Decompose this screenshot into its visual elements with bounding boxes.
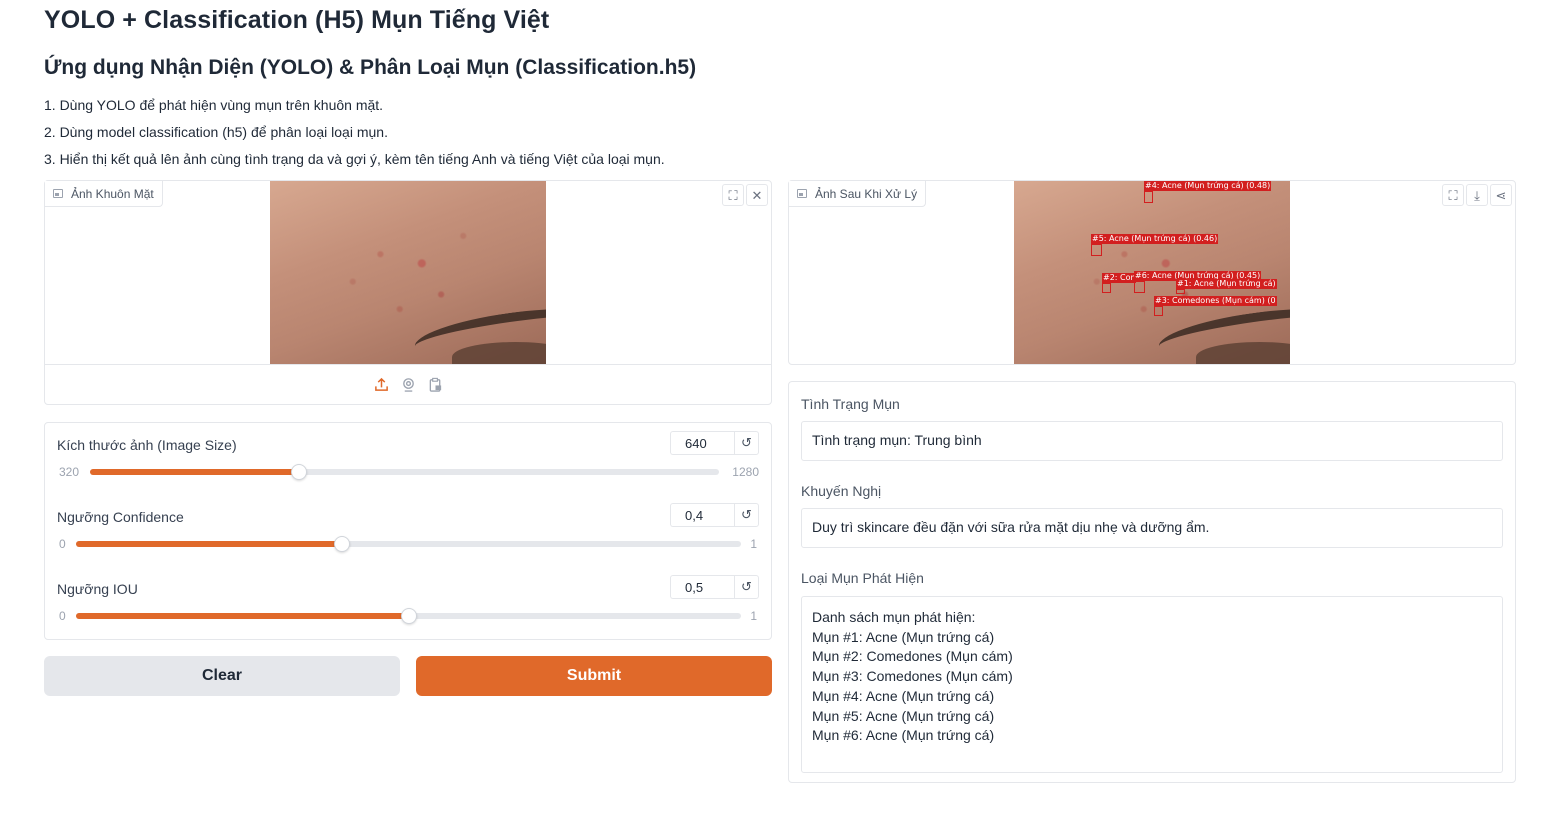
types-line: Mụn #5: Acne (Mụn trứng cá) <box>812 707 995 724</box>
reset-icon[interactable]: ↺ <box>734 431 759 455</box>
submit-button[interactable]: Submit <box>416 656 772 696</box>
advice-label: Khuyến Nghị <box>801 483 882 499</box>
types-line: Mụn #4: Acne (Mụn trứng cá) <box>812 687 995 704</box>
share-icon[interactable]: ⋖ <box>1490 184 1512 206</box>
download-icon[interactable]: ⤓ <box>1466 184 1488 206</box>
types-line: Mụn #6: Acne (Mụn trứng cá) <box>812 727 995 744</box>
output-image-toolbar: ⛶ ⤓ ⋖ <box>1442 184 1512 206</box>
instruction-step: 3. Hiển thị kết quả lên ảnh cùng tình tr… <box>44 151 665 167</box>
detection-label: #2: Comedones <box>1102 273 1136 283</box>
image-size-input[interactable]: 640 <box>670 431 734 455</box>
detection-label: #5: Acne (Mụn trứng cá) (0.46) <box>1091 234 1219 244</box>
detection-box <box>1134 281 1145 293</box>
slider-label: Ngưỡng Confidence <box>57 509 184 525</box>
slider-thumb[interactable] <box>334 536 350 552</box>
input-image-toolbar: ⛶ ✕ <box>722 184 768 206</box>
types-line: Mụn #2: Comedones (Mụn cám) <box>812 648 1013 665</box>
types-line: Danh sách mụn phát hiện: <box>812 609 976 625</box>
reset-icon[interactable]: ↺ <box>734 575 759 599</box>
types-field[interactable]: Danh sách mụn phát hiện: Mụn #1: Acne (M… <box>801 596 1503 773</box>
reset-icon[interactable]: ↺ <box>734 503 759 527</box>
confidence-input[interactable]: 0,4 <box>670 503 734 527</box>
instruction-step: 2. Dùng model classification (h5) để phâ… <box>44 124 388 140</box>
slider-track[interactable] <box>76 608 741 624</box>
image-size-slider: Kích thước ảnh (Image Size) 640 ↺ 320 12… <box>57 431 759 497</box>
image-source-bar <box>45 364 771 404</box>
page-subtitle: Ứng dụng Nhận Diện (YOLO) & Phân Loại Mụ… <box>44 56 697 79</box>
detection-box <box>1102 283 1111 293</box>
webcam-icon[interactable] <box>401 377 416 392</box>
settings-panel: Kích thước ảnh (Image Size) 640 ↺ 320 12… <box>44 422 772 640</box>
status-field[interactable]: Tình trạng mụn: Trung bình <box>801 421 1503 461</box>
detection-label: #3: Comedones (Mụn cám) (0 <box>1154 296 1277 306</box>
instructions: 1. Dùng YOLO để phát hiện vùng mụn trên … <box>44 92 665 173</box>
slider-max: 1 <box>750 609 757 623</box>
slider-thumb[interactable] <box>400 608 417 624</box>
slider-thumb[interactable] <box>291 464 308 480</box>
results-panel: Tình Trạng Mụn Tình trạng mụn: Trung bìn… <box>788 381 1516 783</box>
page-title: YOLO + Classification (H5) Mụn Tiếng Việ… <box>44 6 550 34</box>
slider-max: 1 <box>750 537 757 551</box>
detection-box <box>1091 244 1102 256</box>
iou-slider: Ngưỡng IOU 0,5 ↺ 0 1 <box>57 575 759 641</box>
output-face-image: #4: Acne (Mụn trứng cá) (0.48) #5: Acne … <box>1014 181 1290 364</box>
clipboard-icon[interactable] <box>428 377 443 392</box>
fullscreen-icon[interactable]: ⛶ <box>722 184 744 206</box>
detection-box <box>1154 306 1163 316</box>
slider-min: 0 <box>59 609 66 623</box>
fullscreen-icon[interactable]: ⛶ <box>1442 184 1464 206</box>
instruction-step: 1. Dùng YOLO để phát hiện vùng mụn trên … <box>44 97 384 113</box>
detection-label: #1: Acne (Mụn trứng cá) <box>1176 279 1277 289</box>
types-label: Loại Mụn Phát Hiện <box>801 570 924 586</box>
slider-track[interactable] <box>90 464 719 480</box>
detection-label: #4: Acne (Mụn trứng cá) (0.48) <box>1144 181 1272 191</box>
advice-field[interactable]: Duy trì skincare đều đặn với sữa rửa mặt… <box>801 508 1503 548</box>
input-image-panel[interactable]: Ảnh Khuôn Mặt ⛶ ✕ <box>44 180 772 405</box>
slider-label: Kích thước ảnh (Image Size) <box>57 437 237 453</box>
slider-min: 0 <box>59 537 66 551</box>
slider-track[interactable] <box>76 536 741 552</box>
upload-icon[interactable] <box>374 377 389 392</box>
close-icon[interactable]: ✕ <box>746 184 768 206</box>
clear-button[interactable]: Clear <box>44 656 400 696</box>
input-face-image <box>270 181 546 364</box>
detection-box <box>1176 289 1185 294</box>
output-image-panel: Ảnh Sau Khi Xử Lý ⛶ ⤓ ⋖ #4: Acne (Mụn tr… <box>788 180 1516 365</box>
input-image-label: Ảnh Khuôn Mặt <box>45 181 163 207</box>
iou-input[interactable]: 0,5 <box>670 575 734 599</box>
slider-min: 320 <box>59 465 80 479</box>
confidence-slider: Ngưỡng Confidence 0,4 ↺ 0 1 <box>57 503 759 569</box>
types-line: Mụn #1: Acne (Mụn trứng cá) <box>812 628 995 645</box>
image-icon <box>797 189 807 198</box>
output-image-label: Ảnh Sau Khi Xử Lý <box>789 181 927 207</box>
slider-max: 1280 <box>732 465 759 479</box>
slider-label: Ngưỡng IOU <box>57 581 138 597</box>
types-line: Mụn #3: Comedones (Mụn cám) <box>812 668 1013 685</box>
image-icon <box>53 189 63 198</box>
detection-box <box>1144 191 1153 203</box>
status-label: Tình Trạng Mụn <box>801 396 900 412</box>
